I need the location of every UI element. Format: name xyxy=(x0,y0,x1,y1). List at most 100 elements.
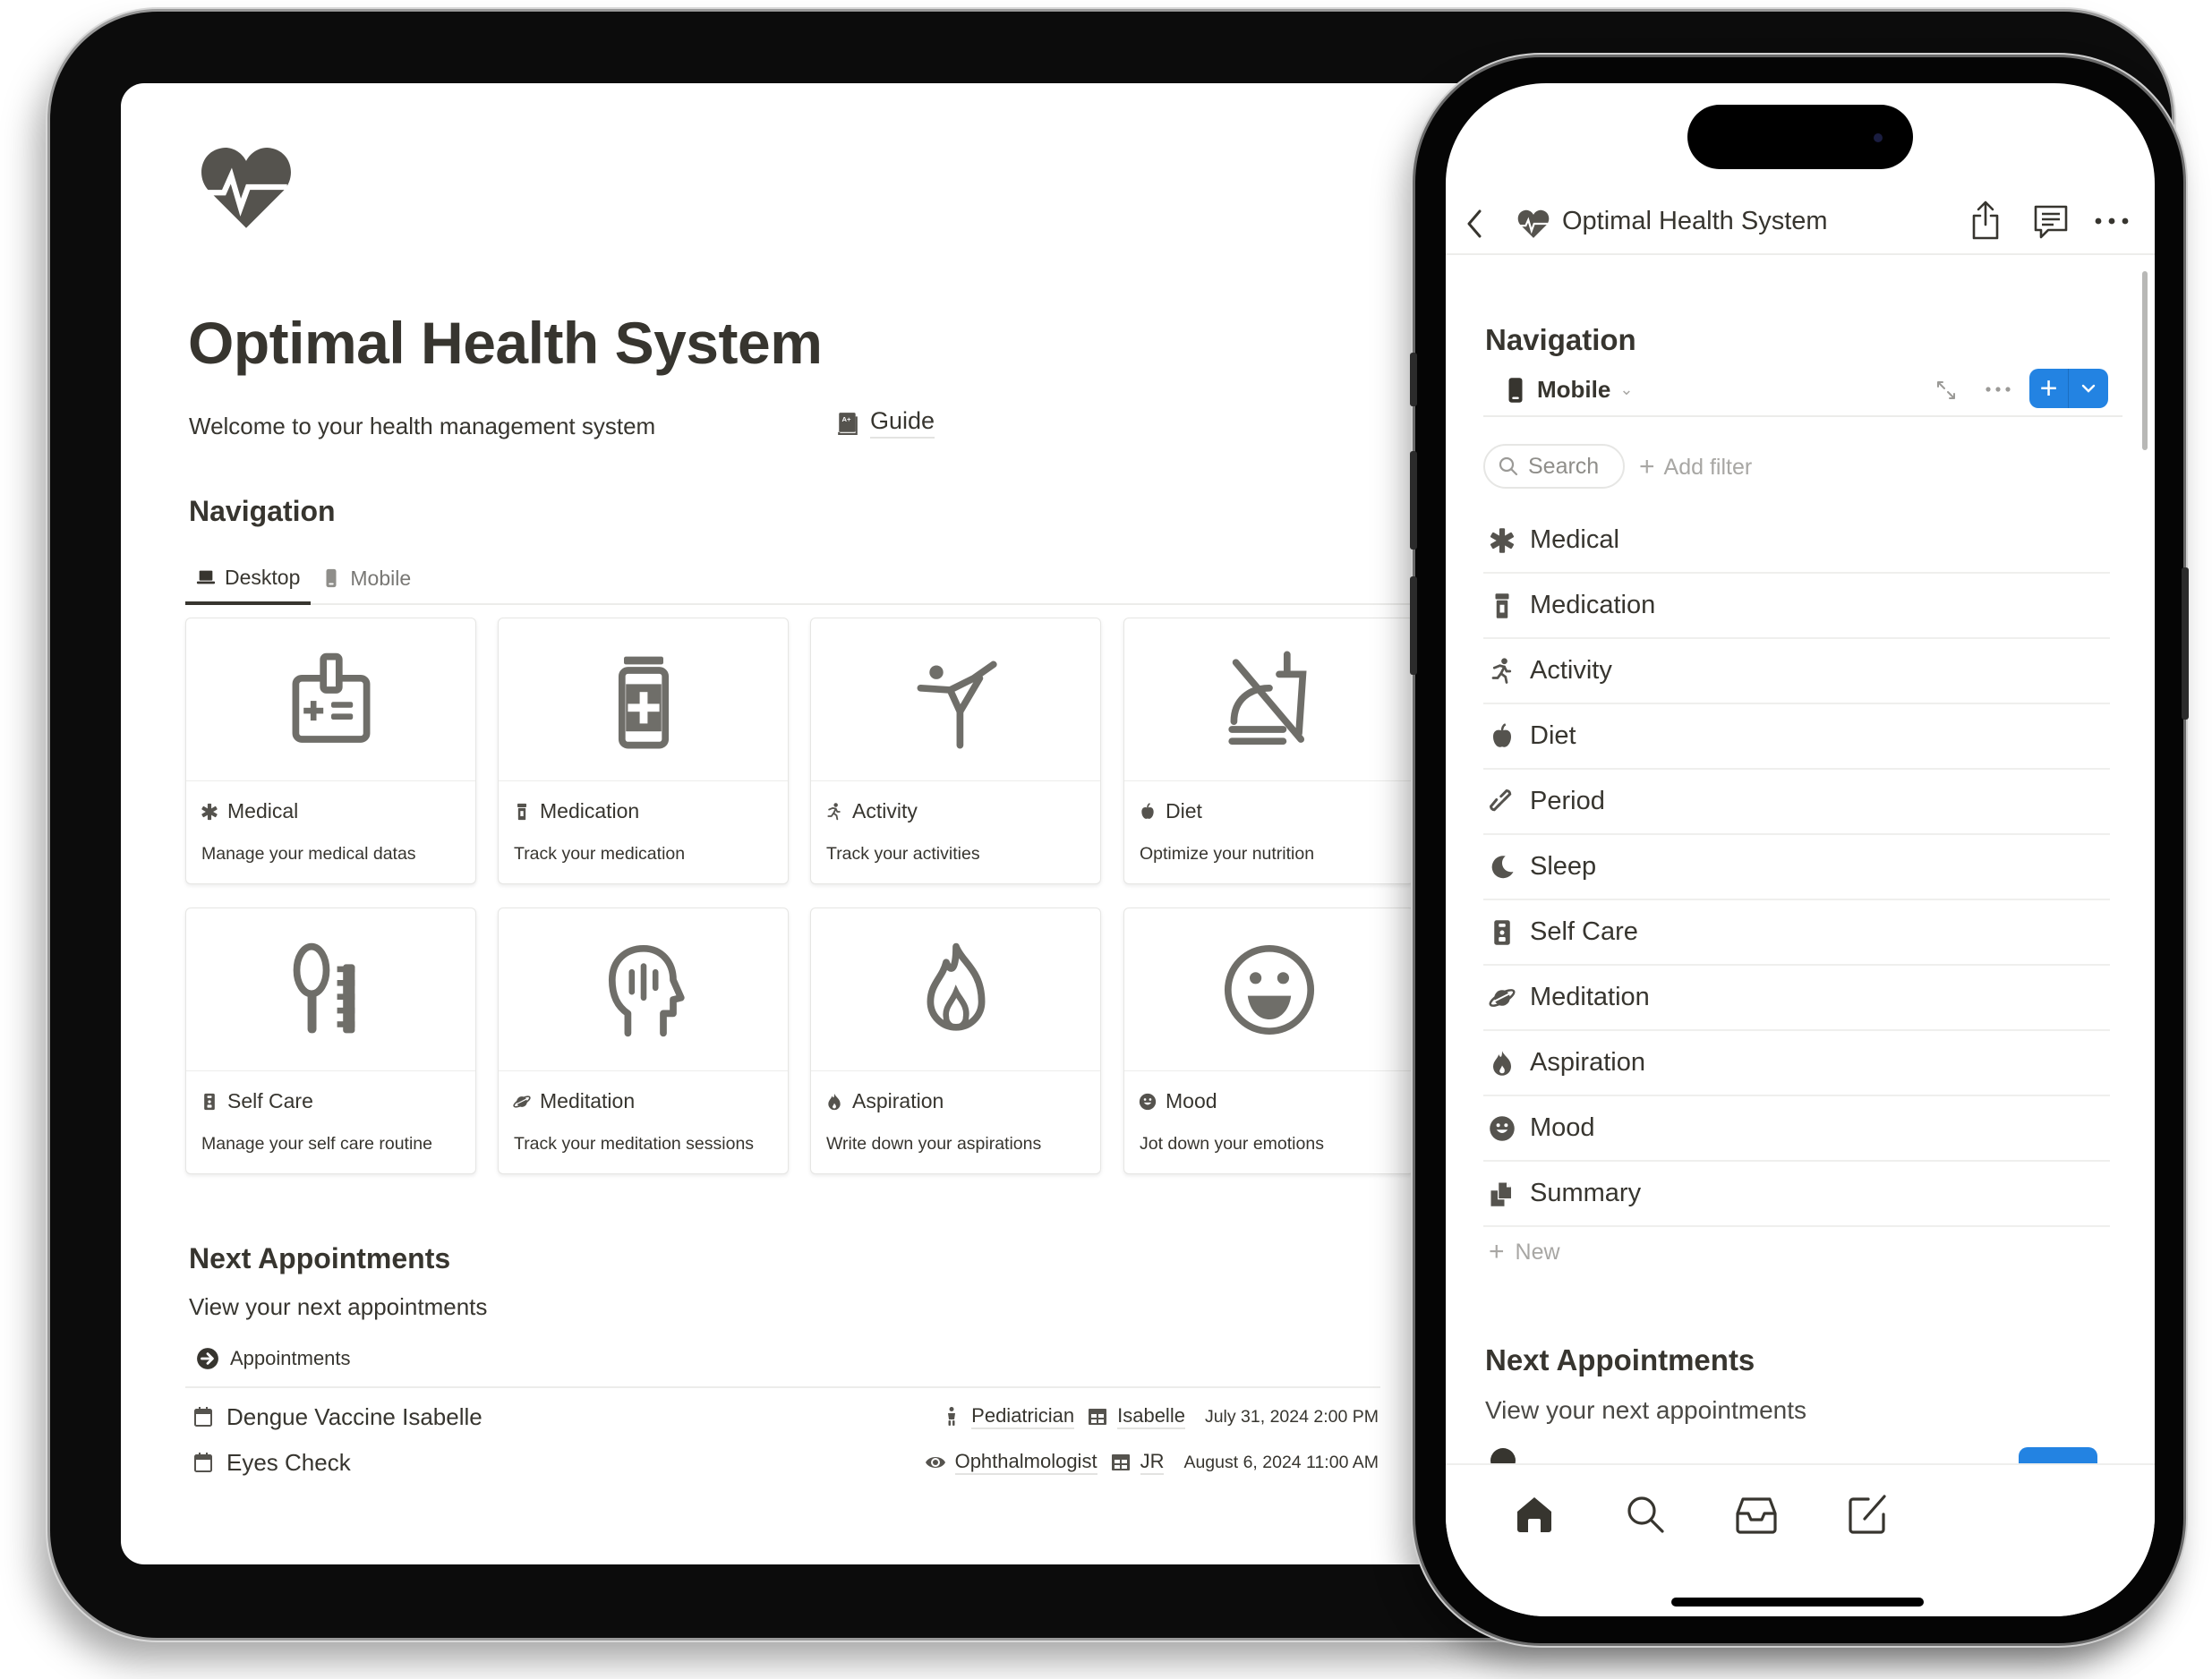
search-button[interactable]: Search xyxy=(1483,444,1625,489)
calendar-icon xyxy=(192,1452,214,1473)
card-title: Meditation xyxy=(513,1089,635,1113)
database-view-bar: Mobile ⌄ + xyxy=(1483,365,2122,417)
list-item-aspiration[interactable]: Aspiration xyxy=(1483,1031,2110,1096)
new-label: New xyxy=(1515,1239,1560,1265)
apple-icon xyxy=(1489,723,1516,750)
no-food-icon xyxy=(1227,651,1307,745)
card-description: Write down your aspirations xyxy=(826,1134,1042,1154)
card-description: Jot down your emotions xyxy=(1140,1134,1324,1154)
plus-icon: + xyxy=(1489,1237,1505,1266)
inbox-icon[interactable] xyxy=(1734,1492,1779,1537)
card-title-text: Mood xyxy=(1166,1089,1217,1112)
appointment-row[interactable]: Dengue Vaccine Isabelle Pediatrician Isa… xyxy=(192,1397,1379,1436)
card-mood[interactable]: Mood Jot down your emotions xyxy=(1123,908,1414,1174)
card-self-care[interactable]: Self Care Manage your self care routine xyxy=(185,908,476,1174)
phone-top-bar: Optimal Health System xyxy=(1446,194,2155,255)
comment-icon[interactable] xyxy=(2032,203,2070,241)
plus-icon: + xyxy=(1639,452,1655,482)
add-filter-button[interactable]: + Add filter xyxy=(1639,454,1752,481)
card-title-text: Medical xyxy=(227,799,299,822)
appointments-description: View your next appointments xyxy=(189,1293,488,1320)
self-care-icon xyxy=(201,1093,218,1111)
list-item-diet[interactable]: Diet xyxy=(1483,704,2110,770)
mobile-icon xyxy=(321,568,341,588)
phone-appointments-description: View your next appointments xyxy=(1485,1396,1807,1424)
specialty-text: Pediatrician xyxy=(971,1404,1075,1429)
new-item-button[interactable]: + xyxy=(2029,369,2108,408)
list-item-sleep[interactable]: Sleep xyxy=(1483,835,2110,900)
list-item-label: Period xyxy=(1530,787,1605,815)
self-care-icon xyxy=(1489,919,1516,946)
list-item-self-care[interactable]: Self Care xyxy=(1483,900,2110,966)
card-aspiration[interactable]: Aspiration Write down your aspirations xyxy=(810,908,1101,1174)
specialty-relation[interactable]: Ophthalmologist xyxy=(925,1450,1097,1475)
share-icon[interactable] xyxy=(1969,200,2002,241)
martial-arts-icon xyxy=(917,661,997,748)
new-item-row[interactable]: + New xyxy=(1483,1227,2110,1277)
list-item-label: Medication xyxy=(1530,591,1656,619)
card-title: Medication xyxy=(513,799,639,823)
list-item-meditation[interactable]: Meditation xyxy=(1483,966,2110,1031)
appointment-row[interactable]: Eyes Check Ophthalmologist JR August 6, … xyxy=(192,1443,1379,1482)
appointment-name: Eyes Check xyxy=(192,1449,925,1477)
back-chevron-icon[interactable] xyxy=(1464,209,1485,239)
list-item-activity[interactable]: Activity xyxy=(1483,639,2110,704)
card-title: Activity xyxy=(825,799,918,823)
home-icon[interactable] xyxy=(1512,1492,1557,1537)
card-meditation[interactable]: Meditation Track your meditation session… xyxy=(498,908,789,1174)
mirror-comb-icon xyxy=(293,942,354,1033)
more-icon[interactable] xyxy=(2093,212,2131,230)
tab-desktop[interactable]: Desktop xyxy=(185,553,312,605)
list-item-label: Activity xyxy=(1530,656,1612,685)
id-badge-icon xyxy=(292,652,370,743)
tab-mobile[interactable]: Mobile xyxy=(311,553,422,603)
plus-icon[interactable]: + xyxy=(2029,369,2069,408)
phone-screen: Optimal Health System Navigation Mobile … xyxy=(1446,83,2155,1616)
arrow-circle-icon xyxy=(196,1347,219,1370)
person-relation[interactable]: Isabelle xyxy=(1087,1404,1185,1429)
person-text: JR xyxy=(1140,1450,1165,1475)
card-cover xyxy=(1124,618,1413,781)
card-title-text: Medication xyxy=(540,799,640,822)
dynamic-island xyxy=(1687,105,1913,169)
eye-icon xyxy=(925,1452,946,1473)
planet-icon xyxy=(1489,984,1516,1011)
phone-side-button xyxy=(1410,576,1417,675)
new-dropdown-button[interactable] xyxy=(2069,369,2108,408)
navigation-list: Medical Medication Activity Diet Period … xyxy=(1483,508,2110,1277)
appointments-database-link[interactable]: Appointments xyxy=(196,1347,351,1370)
specialty-relation[interactable]: Pediatrician xyxy=(941,1404,1075,1429)
add-filter-label: Add filter xyxy=(1663,454,1753,480)
view-more-icon[interactable] xyxy=(1985,385,2011,394)
navigation-heading: Navigation xyxy=(189,495,336,527)
card-description: Optimize your nutrition xyxy=(1140,844,1315,864)
list-item-medication[interactable]: Medication xyxy=(1483,574,2110,639)
table-icon xyxy=(1110,1452,1132,1473)
card-medical[interactable]: Medical Manage your medical datas xyxy=(185,618,476,884)
view-selector[interactable]: Mobile ⌄ xyxy=(1507,376,1633,404)
calendar-icon xyxy=(192,1406,214,1428)
scrollbar[interactable] xyxy=(2142,271,2148,450)
guide-label: Guide xyxy=(870,407,935,439)
card-activity[interactable]: Activity Track your activities xyxy=(810,618,1101,884)
expand-icon[interactable] xyxy=(1935,379,1957,401)
compose-icon[interactable] xyxy=(1845,1492,1890,1537)
home-indicator[interactable] xyxy=(1671,1598,1924,1607)
heartbeat-icon xyxy=(1517,209,1550,239)
card-medication[interactable]: Medication Track your medication xyxy=(498,618,789,884)
guide-link[interactable]: Guide xyxy=(836,407,935,439)
pill-bottle-icon xyxy=(513,803,531,821)
list-item-period[interactable]: Period xyxy=(1483,770,2110,835)
card-description: Manage your self care routine xyxy=(201,1134,432,1154)
running-icon xyxy=(1489,658,1516,685)
chevron-down-icon xyxy=(2081,384,2096,393)
person-relation[interactable]: JR xyxy=(1110,1450,1165,1475)
list-item-mood[interactable]: Mood xyxy=(1483,1096,2110,1162)
list-item-medical[interactable]: Medical xyxy=(1483,508,2110,574)
list-item-label: Summary xyxy=(1530,1179,1642,1207)
search-icon[interactable] xyxy=(1623,1492,1668,1537)
list-item-summary[interactable]: Summary xyxy=(1483,1162,2110,1227)
view-tabs: Desktop Mobile xyxy=(185,553,1528,605)
fire-icon xyxy=(927,942,985,1031)
card-diet[interactable]: Diet Optimize your nutrition xyxy=(1123,618,1414,884)
